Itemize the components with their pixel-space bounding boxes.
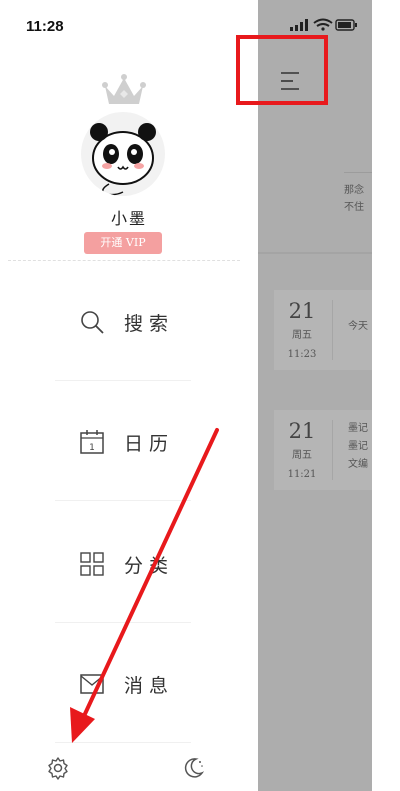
red-arrow-annotation: [70, 428, 219, 743]
